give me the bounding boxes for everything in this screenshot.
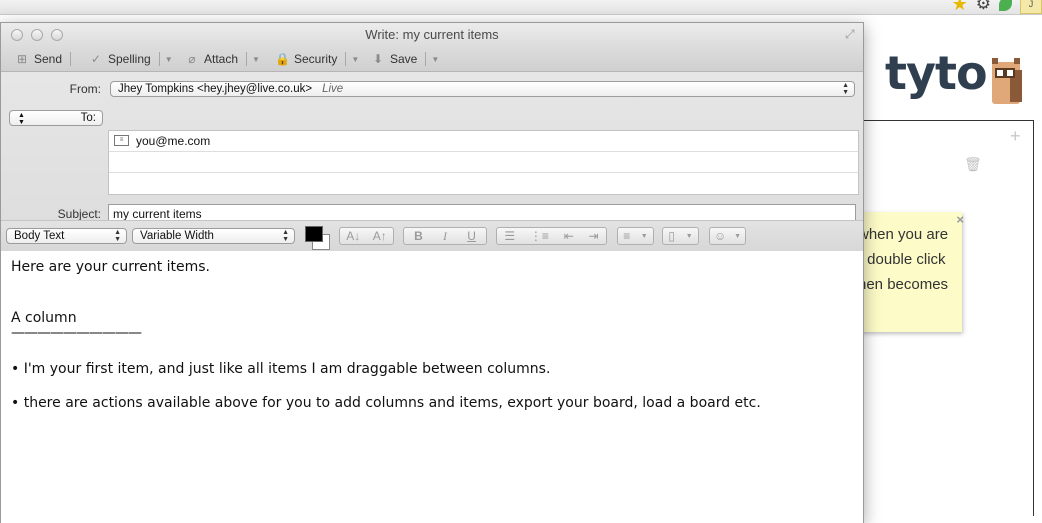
bold-icon[interactable]: B [414, 229, 423, 243]
body-line: Here are your current items. [11, 259, 211, 275]
user-icon[interactable]: J [1020, 0, 1042, 14]
select-arrows-icon: ▲ ▼ [18, 112, 25, 126]
paperclip-icon: ⌀ [188, 52, 196, 66]
recipient-row-empty[interactable] [109, 152, 858, 173]
save-button[interactable]: ⬇ Save ▼ [371, 50, 439, 68]
text-color-swatch[interactable] [305, 226, 323, 242]
recipient-type-select[interactable]: ▲ ▼ To: [9, 110, 103, 126]
from-select[interactable]: Jhey Tompkins <hey.jhey@live.co.uk> Live… [110, 81, 855, 97]
to-label: To: [80, 112, 96, 124]
paragraph-style-select[interactable]: Body Text ▲ ▼ [6, 228, 127, 244]
address-card-icon: ≡ [114, 135, 129, 146]
smiley-icon: ☺ [713, 229, 727, 243]
security-label: Security [294, 52, 338, 66]
spelling-button[interactable]: ✓ Spelling ▼ [89, 50, 173, 68]
underline-icon[interactable]: U [467, 229, 476, 243]
message-body-editor[interactable]: Here are your current items. A column ——… [1, 251, 863, 523]
bullet-list-icon[interactable]: ☰ [504, 229, 515, 243]
gear-icon[interactable]: ⚙ [976, 0, 991, 14]
trash-icon[interactable]: 🗑 [964, 156, 982, 173]
note-text-line: r double click [858, 251, 946, 268]
spelling-label: Spelling [108, 52, 151, 66]
formatting-toolbar: Body Text ▲ ▼ Variable Width ▲ ▼ A↓ A↑ B I… [1, 220, 863, 252]
browser-toolbar: ★ ⚙ J [0, 0, 1042, 15]
toolbar-divider [246, 52, 248, 66]
fullscreen-icon[interactable]: ⤢ [845, 27, 859, 41]
indent-icon[interactable]: ⇥ [589, 229, 599, 243]
lock-icon: 🔒 [275, 52, 290, 66]
send-icon: ⊞ [16, 52, 28, 66]
checkmark-icon: ✓ [90, 52, 102, 66]
page-icon: ▯ [668, 229, 675, 243]
recipients-list[interactable]: ≡ you@me.com [108, 130, 859, 195]
to-address: you@me.com [136, 134, 211, 148]
star-icon[interactable]: ★ [952, 0, 968, 15]
outdent-icon[interactable]: ⇤ [564, 229, 574, 243]
smaller-font-icon[interactable]: A↓ [346, 229, 360, 243]
message-headers: From: Jhey Tompkins <hey.jhey@live.co.uk… [1, 72, 863, 238]
save-label: Save [390, 52, 418, 66]
italic-icon[interactable]: I [443, 229, 447, 244]
body-line: • there are actions available above for … [11, 395, 761, 411]
numbered-list-icon[interactable]: ⋮≡ [530, 229, 549, 243]
body-line: —————————— [11, 325, 142, 341]
align-button[interactable]: ≡ ▼ [617, 227, 654, 245]
align-left-icon: ≡ [623, 229, 631, 243]
owl-logo-icon [990, 58, 1024, 104]
insert-button[interactable]: ▯ ▼ [662, 227, 699, 245]
toolbar-divider [158, 52, 160, 66]
emoticon-button[interactable]: ☺ ▼ [709, 227, 746, 245]
larger-font-icon[interactable]: A↑ [373, 229, 387, 243]
chevron-down-icon: ▼ [640, 232, 648, 240]
from-account: Live [322, 83, 344, 95]
body-line: • I'm your first item, and just like all… [11, 361, 551, 377]
subject-label: Subject: [57, 207, 101, 221]
leaf-icon[interactable] [999, 0, 1012, 11]
send-button[interactable]: ⊞ Send [15, 50, 72, 68]
recipient-row[interactable]: ≡ you@me.com [109, 131, 858, 152]
close-icon[interactable]: × [956, 212, 964, 227]
add-column-icon[interactable]: + [1010, 126, 1021, 147]
compose-toolbar: ⊞ Send ✓ Spelling ▼ ⌀ Attach ▼ 🔒 Securit… [1, 47, 863, 72]
title-bar[interactable]: Write: my current items ⤢ [1, 23, 863, 47]
compose-window: Write: my current items ⤢ ⊞ Send ✓ Spell… [0, 22, 864, 523]
font-value: Variable Width [140, 230, 214, 242]
chevron-down-icon: ▼ [685, 232, 693, 240]
download-arrow-icon: ⬇ [372, 52, 384, 66]
from-name: Jhey Tompkins <hey.jhey@live.co.uk> [118, 83, 313, 95]
tyto-logo: tyto [885, 46, 988, 100]
note-text-line: when you are [858, 226, 949, 243]
window-title: Write: my current items [365, 27, 499, 42]
attach-label: Attach [204, 52, 239, 66]
font-size-buttons: A↓ A↑ [339, 227, 394, 245]
board-item-note[interactable]: × when you are r double click hen become… [848, 212, 964, 332]
toolbar-divider [425, 52, 427, 66]
security-button[interactable]: 🔒 Security ▼ [275, 50, 359, 68]
text-color-picker[interactable] [305, 226, 331, 250]
font-select[interactable]: Variable Width ▲ ▼ [132, 228, 295, 244]
recipient-row-empty[interactable] [109, 173, 858, 193]
send-label: Send [34, 52, 63, 66]
toolbar-divider [345, 52, 347, 66]
chevron-down-icon[interactable]: ▼ [431, 55, 439, 64]
paragraph-style-value: Body Text [14, 230, 65, 242]
from-label: From: [69, 82, 101, 96]
chevron-down-icon[interactable]: ▼ [165, 55, 173, 64]
body-line: A column [11, 310, 77, 326]
attach-button[interactable]: ⌀ Attach ▼ [185, 50, 260, 68]
list-indent-buttons: ☰ ⋮≡ ⇤ ⇥ [496, 227, 607, 245]
toolbar-divider [70, 52, 72, 66]
select-arrows-icon: ▲ ▼ [282, 229, 289, 243]
select-arrows-icon: ▲ ▼ [114, 229, 121, 243]
chevron-down-icon[interactable]: ▼ [351, 55, 359, 64]
chevron-down-icon[interactable]: ▼ [252, 55, 260, 64]
select-arrows-icon: ▲ ▼ [842, 82, 849, 96]
text-style-buttons: B I U [403, 227, 487, 245]
chevron-down-icon: ▼ [734, 232, 742, 240]
note-text-line: hen becomes [858, 276, 949, 293]
